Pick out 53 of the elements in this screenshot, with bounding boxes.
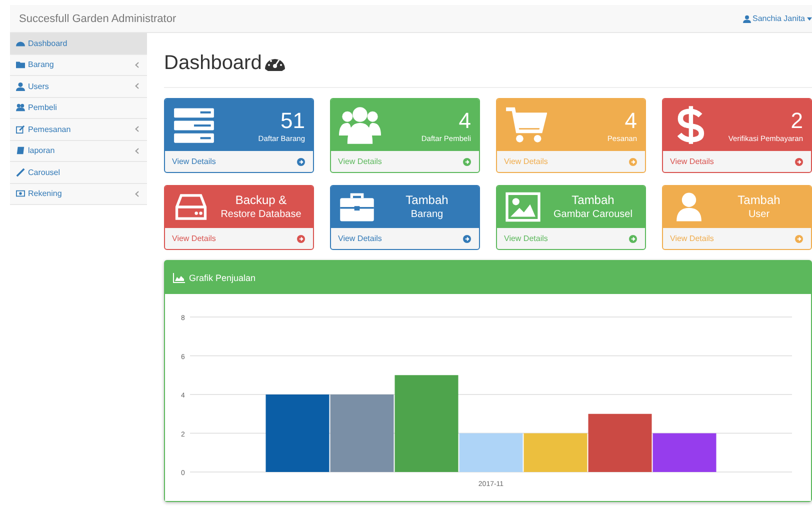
sidebar-item[interactable]: Pemesanan bbox=[10, 119, 147, 140]
server-icon bbox=[173, 106, 215, 144]
stat-number: 4 bbox=[458, 108, 471, 134]
action-title: Tambah bbox=[738, 192, 780, 208]
action-subtitle: User bbox=[748, 208, 770, 222]
arrow-circle-icon bbox=[795, 234, 803, 242]
arrow-circle-icon bbox=[297, 234, 305, 242]
sidebar-item[interactable]: Rekening bbox=[10, 184, 147, 205]
stat-number: 2 bbox=[790, 108, 803, 134]
arrow-circle-icon bbox=[629, 158, 637, 166]
area-chart-icon bbox=[173, 272, 185, 282]
view-details-link[interactable]: View Details bbox=[670, 157, 714, 166]
action-subtitle: Barang bbox=[410, 208, 444, 222]
picture-icon bbox=[505, 191, 541, 223]
arrow-circle-icon bbox=[297, 158, 305, 166]
arrow-circle-icon bbox=[463, 234, 471, 242]
view-details-link[interactable]: View Details bbox=[338, 234, 382, 243]
sidebar-item[interactable]: Users bbox=[10, 76, 147, 98]
view-details-link[interactable]: View Details bbox=[172, 234, 216, 243]
view-details-link[interactable]: View Details bbox=[504, 234, 548, 243]
user-icon bbox=[742, 14, 751, 22]
sidebar-item[interactable]: Barang bbox=[10, 54, 147, 76]
action-subtitle: Gambar Carousel bbox=[554, 208, 632, 222]
sidebar-item[interactable]: Dashboard bbox=[10, 33, 147, 54]
sidebar-item[interactable]: Pembeli bbox=[10, 98, 147, 119]
stat-number: 4 bbox=[624, 108, 637, 134]
stat-number: 51 bbox=[280, 108, 305, 134]
cart-icon bbox=[505, 106, 547, 144]
user-menu-link[interactable]: Sanchia Janita bbox=[752, 14, 805, 23]
users-icon bbox=[16, 103, 25, 112]
sidebar-item[interactable]: Carousel bbox=[10, 162, 147, 184]
arrow-circle-icon bbox=[629, 234, 637, 242]
chart-title: Grafik Penjualan bbox=[189, 272, 256, 282]
user-icon bbox=[16, 82, 25, 91]
action-subtitle: Restore Database bbox=[220, 208, 302, 222]
brand-title[interactable]: Succesfull Garden Administrator bbox=[19, 12, 176, 24]
card-icon bbox=[16, 189, 25, 198]
drive-icon bbox=[173, 191, 209, 223]
briefcase-icon bbox=[339, 191, 375, 223]
action-title: Tambah bbox=[406, 192, 448, 208]
pencil-icon bbox=[16, 168, 25, 177]
edit-icon bbox=[16, 124, 25, 134]
sidebar-item[interactable]: laporan bbox=[10, 140, 147, 162]
caret-icon bbox=[807, 16, 812, 20]
view-details-link[interactable]: View Details bbox=[338, 157, 382, 166]
view-details-link[interactable]: View Details bbox=[172, 157, 216, 166]
arrow-circle-icon bbox=[463, 158, 471, 166]
action-title: Tambah bbox=[572, 192, 614, 208]
action-title: Backup & bbox=[235, 192, 287, 208]
arrow-circle-icon bbox=[795, 158, 803, 166]
folder-icon bbox=[16, 60, 25, 70]
page-title: Dashboard bbox=[164, 52, 262, 74]
users-icon bbox=[339, 106, 381, 144]
